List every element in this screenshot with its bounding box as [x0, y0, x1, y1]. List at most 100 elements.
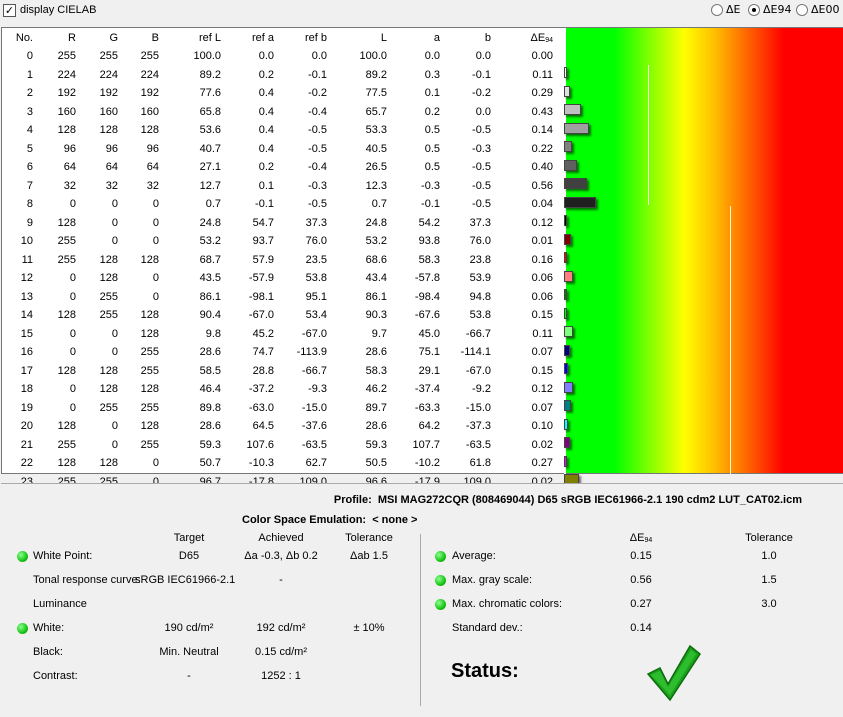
table-row[interactable]: 1 224 224 224 89.2 0.2 -0.1 89.2 0.3 -0.1 0.11	[2, 66, 565, 85]
cell-l: 68.6	[365, 253, 387, 266]
cell-l: 53.2	[365, 235, 387, 247]
radio-delta-e00[interactable]	[796, 4, 808, 16]
table-row[interactable]: 20 128 0 128 28.6 64.5 -37.6 28.6 64.2 -37.3 0.10	[2, 417, 565, 436]
cell-g: 160	[99, 105, 118, 118]
table-row[interactable]: 18 0 128 128 46.4 -37.2 -9.3 46.2 -37.4 -9.2 0.12	[2, 380, 565, 399]
cell-ref-l: 89.2	[199, 68, 221, 81]
cell-b: 128	[140, 253, 159, 266]
col-header-g: G	[109, 32, 118, 44]
cell-ref-l: 28.6	[199, 346, 221, 358]
cell-no: 6	[26, 161, 33, 173]
cell-ref-l: 68.7	[199, 253, 221, 266]
table-row[interactable]: 8 0 0 0 0.7 -0.1 -0.5 0.7 -0.1 -0.5 0.04	[2, 195, 565, 214]
cell-ref-b: -67.0	[301, 327, 327, 340]
table-row[interactable]: 6 64 64 64 27.1 0.2 -0.4 26.5 0.5 -0.5 0.40	[2, 158, 565, 177]
panel-separator	[420, 534, 421, 706]
cell-ref-b: -113.9	[296, 346, 327, 358]
cell-no: 9	[26, 216, 33, 229]
cell-b-measured: -0.3	[472, 142, 491, 155]
table-row[interactable]: 14 128 255 128 90.4 -67.0 53.4 90.3 -67.6 53.8 0.1…	[2, 306, 565, 325]
cell-l: 86.1	[365, 290, 387, 303]
cell-g: 128	[99, 124, 118, 136]
table-row[interactable]: 21 255 0 255 59.3 107.6 -63.5 59.3 107.7 -63.5 0.0…	[2, 436, 565, 455]
cell-ref-a: 54.7	[252, 216, 274, 229]
cell-g: 128	[99, 457, 118, 469]
radio-delta-e-label[interactable]: ΔE	[726, 3, 740, 16]
radio-delta-e[interactable]	[711, 4, 723, 16]
cell-g: 255	[99, 309, 118, 321]
cell-b: 255	[140, 438, 159, 451]
table-row[interactable]: 16 0 0 255 28.6 74.7 -113.9 28.6 75.1 -114.1 0.07	[2, 343, 565, 362]
cell-ref-b: 53.8	[305, 272, 327, 284]
cell-delta-e: 0.04	[531, 198, 553, 210]
display-cielab-checkbox[interactable]: ✓	[3, 4, 16, 17]
cell-a: -10.2	[414, 457, 440, 469]
cell-ref-b: -0.2	[308, 87, 327, 99]
cell-ref-a: 0.4	[258, 124, 274, 136]
cell-ref-b: 23.5	[305, 253, 327, 266]
cell-ref-b: 53.4	[305, 309, 327, 321]
table-row[interactable]: 15 0 0 128 9.8 45.2 -67.0 9.7 45.0 -66.7 0.11	[2, 325, 565, 344]
cell-ref-a: -0.1	[255, 198, 274, 210]
table-row[interactable]: 9 128 0 0 24.8 54.7 37.3 24.8 54.2 37.3 0.12	[2, 214, 565, 233]
cell-ref-b: -0.5	[308, 124, 327, 136]
delta-e-bar	[564, 178, 587, 189]
table-row[interactable]: 5 96 96 96 40.7 0.4 -0.5 40.5 0.5 -0.3 0.22	[2, 140, 565, 159]
cell-ref-b: 62.7	[305, 457, 327, 469]
col-header-right-tolerance: Tolerance	[745, 532, 793, 544]
stat-label: Max. gray scale:	[452, 574, 533, 586]
table-row[interactable]: 7 32 32 32 12.7 0.1 -0.3 12.3 -0.3 -0.5 0.56	[2, 177, 565, 196]
stat-label: Average:	[452, 550, 496, 562]
chromatic-reference-line	[730, 206, 731, 474]
cell-g: 0	[111, 198, 118, 210]
cell-b-measured: -9.2	[472, 383, 491, 395]
cell-b: 0	[152, 235, 159, 247]
measurement-table[interactable]: No. R G B ref L ref a ref b L a b ΔE94 0…	[1, 27, 565, 488]
table-row[interactable]: 0 255 255 255 100.0 0.0 0.0 100.0 0.0 0.0 0.00	[2, 47, 565, 66]
col-header-ref-l: ref L	[198, 32, 221, 44]
cell-l: 65.7	[365, 105, 387, 118]
table-row[interactable]: 4 128 128 128 53.6 0.4 -0.5 53.3 0.5 -0.5 0.14	[2, 121, 565, 140]
cell-g: 255	[99, 50, 118, 62]
cell-a: -67.6	[414, 309, 440, 321]
cell-b-measured: 53.9	[469, 272, 491, 284]
table-row[interactable]: 2 192 192 192 77.6 0.4 -0.2 77.5 0.1 -0.2 0.29	[2, 84, 565, 103]
cell-b-measured: 37.3	[469, 216, 491, 229]
cell-a: 64.2	[418, 420, 440, 432]
table-row[interactable]: 13 0 255 0 86.1 -98.1 95.1 86.1 -98.4 94.8 0.06	[2, 288, 565, 307]
cell-r: 224	[57, 68, 76, 81]
cell-b-measured: -0.5	[472, 179, 491, 192]
cell-no: 3	[26, 105, 33, 118]
cell-l: 28.6	[365, 346, 387, 358]
cell-a: 0.5	[424, 142, 440, 155]
stat-value: 0.15	[630, 550, 652, 562]
radio-delta-e94[interactable]	[748, 4, 760, 16]
ok-status-icon	[435, 575, 446, 586]
cell-r: 0	[69, 383, 76, 395]
cell-b: 128	[140, 124, 159, 136]
display-cielab-label[interactable]: display CIELAB	[20, 4, 96, 16]
cell-ref-a: 0.2	[258, 161, 274, 173]
radio-delta-e00-label[interactable]: ΔE00	[811, 3, 839, 16]
table-row[interactable]: 19 0 255 255 89.8 -63.0 -15.0 89.7 -63.3 -15.0 0.0…	[2, 399, 565, 418]
table-row[interactable]: 17 128 128 255 58.5 28.8 -66.7 58.3 29.1 -67.0 0.1…	[2, 362, 565, 381]
table-row[interactable]: 11 255 128 128 68.7 57.9 23.5 68.6 58.3 23.8 0.16	[2, 251, 565, 270]
cell-l: 40.5	[365, 142, 387, 155]
cell-ref-a: 93.7	[252, 235, 274, 247]
table-row[interactable]: 22 128 128 0 50.7 -10.3 62.7 50.5 -10.2 61.8 0.27	[2, 454, 565, 473]
cell-r: 128	[57, 420, 76, 432]
table-row[interactable]: 10 255 0 0 53.2 93.7 76.0 53.2 93.8 76.0 0.01	[2, 232, 565, 251]
table-row[interactable]: 12 0 128 0 43.5 -57.9 53.8 43.4 -57.8 53.9 0.06	[2, 269, 565, 288]
cell-a: 0.2	[424, 105, 440, 118]
cell-ref-a: 64.5	[252, 420, 274, 432]
cell-a: 29.1	[418, 364, 440, 377]
cell-ref-l: 9.8	[205, 327, 221, 340]
cell-b-measured: -0.5	[472, 124, 491, 136]
table-row[interactable]: 3 160 160 160 65.8 0.4 -0.4 65.7 0.2 0.0 0.43	[2, 103, 565, 122]
cell-a: 93.8	[418, 235, 440, 247]
cell-ref-a: 57.9	[252, 253, 274, 266]
radio-delta-e94-label[interactable]: ΔE94	[763, 3, 791, 16]
cell-delta-e: 0.15	[531, 364, 553, 377]
cell-no: 10	[20, 235, 33, 247]
cell-ref-l: 77.6	[199, 87, 221, 99]
